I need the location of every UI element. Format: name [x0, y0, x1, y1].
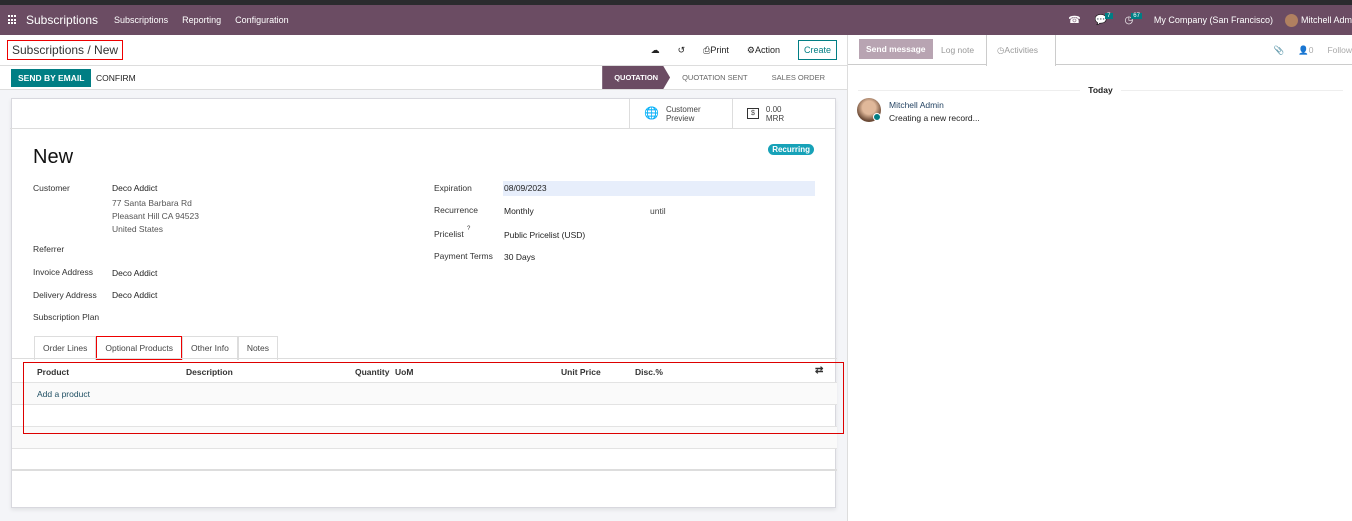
save-cloud-icon[interactable]: ☁ — [651, 45, 660, 56]
messages-badge: 7 — [1105, 13, 1113, 19]
recurrence-label: Recurrence — [434, 205, 478, 215]
invoice-address-field[interactable]: Deco Addict — [112, 268, 157, 278]
expiration-label: Expiration — [434, 183, 472, 193]
delivery-address-field[interactable]: Deco Addict — [112, 290, 157, 300]
menu-reporting[interactable]: Reporting — [182, 15, 221, 25]
col-quantity[interactable]: Quantity — [355, 367, 389, 377]
menu-subscriptions[interactable]: Subscriptions — [114, 15, 168, 25]
mrr-value: 0.00 — [765, 104, 782, 114]
pricelist-help[interactable]: ? — [467, 226, 470, 232]
date-separator: Today — [848, 85, 1352, 95]
address-line-1: 77 Santa Barbara Rd — [112, 198, 192, 208]
invoice-address-label: Invoice Address — [33, 267, 94, 277]
address-line-2: Pleasant Hill CA 94523 — [112, 211, 199, 221]
message-author[interactable]: Mitchell Admin — [889, 100, 944, 110]
until-label: until — [650, 206, 666, 216]
print-button[interactable]: ⎙Print — [703, 45, 729, 56]
followers-count: 0 — [1308, 45, 1314, 55]
table-row: Add a product — [12, 383, 837, 405]
tab-optional-products[interactable]: Optional Products — [96, 336, 182, 360]
action-button[interactable]: ⚙Action — [747, 45, 780, 56]
user-avatar[interactable] — [1284, 13, 1298, 27]
payment-terms-label: Payment Terms — [434, 251, 493, 261]
globe-icon: 🌐 — [644, 106, 659, 120]
money-icon: $ — [747, 108, 759, 119]
navbar: Subscriptions Subscriptions Reporting Co… — [0, 5, 1352, 35]
breadcrumb[interactable]: Subscriptions / New — [7, 40, 124, 60]
today-label: Today — [1080, 85, 1121, 95]
gear-icon: ⚙ — [746, 44, 755, 55]
record-title: New — [33, 146, 74, 168]
optional-products-table: Product Description Quantity UoM Unit Pr… — [12, 361, 837, 471]
person-icon: 👤 — [1298, 45, 1309, 55]
tab-order-lines[interactable]: Order Lines — [34, 336, 97, 360]
mrr-label: MRR — [765, 113, 785, 123]
customer-field[interactable]: Deco Addict — [112, 183, 157, 193]
phone-icon[interactable]: ☎ — [1068, 15, 1080, 26]
tab-other-info[interactable]: Other Info — [182, 336, 238, 360]
customer-label: Customer — [33, 183, 70, 193]
expiration-field[interactable]: 08/09/2023 — [504, 183, 547, 193]
activities-badge: 67 — [1131, 13, 1142, 19]
recurrence-field[interactable]: Monthly — [504, 206, 534, 216]
company-switcher[interactable]: My Company (San Francisco) — [1154, 15, 1273, 25]
tab-divider — [12, 358, 837, 359]
online-status-icon — [873, 113, 881, 121]
message-body: Creating a new record... — [889, 113, 980, 123]
payment-terms-field[interactable]: 30 Days — [504, 252, 535, 262]
delivery-address-label: Delivery Address — [33, 290, 97, 300]
col-description[interactable]: Description — [186, 367, 233, 377]
col-discount[interactable]: Disc.% — [635, 367, 663, 377]
control-panel: Subscriptions / New ☁ ↺ ⎙Print ⚙Action C… — [0, 35, 847, 66]
col-unit-price[interactable]: Unit Price — [561, 367, 601, 377]
stage-quotation-sent[interactable]: QUOTATION SENT — [670, 66, 760, 89]
attachment-icon[interactable]: 📎 — [1274, 45, 1285, 56]
status-bar: SEND BY EMAIL CONFIRM QUOTATION QUOTATIO… — [0, 66, 847, 90]
tab-notes[interactable]: Notes — [237, 336, 279, 360]
table-row — [12, 405, 837, 427]
stage-sales-order[interactable]: SALES ORDER — [760, 66, 837, 89]
follow-button[interactable]: Follow — [1327, 45, 1352, 56]
expiration-input-bg[interactable] — [503, 181, 815, 196]
mrr-button[interactable]: $0.00 MRR — [732, 99, 835, 128]
subscription-plan-label: Subscription Plan — [33, 312, 100, 322]
preview-label-2: Preview — [665, 113, 695, 123]
activities-label: Activities — [1004, 45, 1038, 55]
address-line-3: United States — [112, 224, 164, 234]
form-sheet: 🌐 Customer Preview $0.00 MRR New Recurring … — [10, 98, 837, 508]
customer-preview-button[interactable]: 🌐 Customer Preview — [629, 99, 732, 128]
user-menu[interactable]: Mitchell Adm — [1301, 15, 1352, 25]
optional-columns-icon[interactable]: ⇄ — [815, 365, 823, 376]
followers-button[interactable]: 👤0 — [1298, 45, 1313, 56]
discard-icon[interactable]: ↺ — [678, 45, 686, 56]
send-by-email-button[interactable]: SEND BY EMAIL — [11, 69, 92, 87]
apps-menu-icon[interactable] — [8, 15, 18, 25]
create-button[interactable]: Create — [797, 40, 837, 60]
send-message-button[interactable]: Send message — [859, 39, 933, 59]
table-row — [12, 449, 837, 471]
menu-configuration[interactable]: Configuration — [235, 15, 289, 25]
log-note-button[interactable]: Log note — [941, 45, 974, 55]
add-product-link[interactable]: Add a product — [37, 389, 90, 399]
stage-quotation[interactable]: QUOTATION — [602, 66, 671, 89]
confirm-button[interactable]: CONFIRM — [96, 73, 136, 83]
chatter: Send message Log note ◷Activities 📎 👤0 F… — [847, 35, 1352, 521]
app-name[interactable]: Subscriptions — [26, 13, 98, 27]
pricelist-field[interactable]: Public Pricelist (USD) — [504, 230, 585, 240]
table-row — [12, 427, 837, 449]
recurring-badge: Recurring — [768, 144, 814, 155]
referrer-label: Referrer — [33, 244, 65, 254]
print-label: Print — [710, 44, 729, 55]
activities-button[interactable]: ◷Activities — [986, 35, 1056, 66]
action-label: Action — [754, 44, 780, 55]
pricelist-label: Pricelist — [434, 229, 464, 239]
preview-label-1: Customer — [665, 104, 701, 114]
col-product[interactable]: Product — [37, 367, 69, 377]
col-uom[interactable]: UoM — [395, 367, 413, 377]
table-header: Product Description Quantity UoM Unit Pr… — [12, 361, 837, 383]
